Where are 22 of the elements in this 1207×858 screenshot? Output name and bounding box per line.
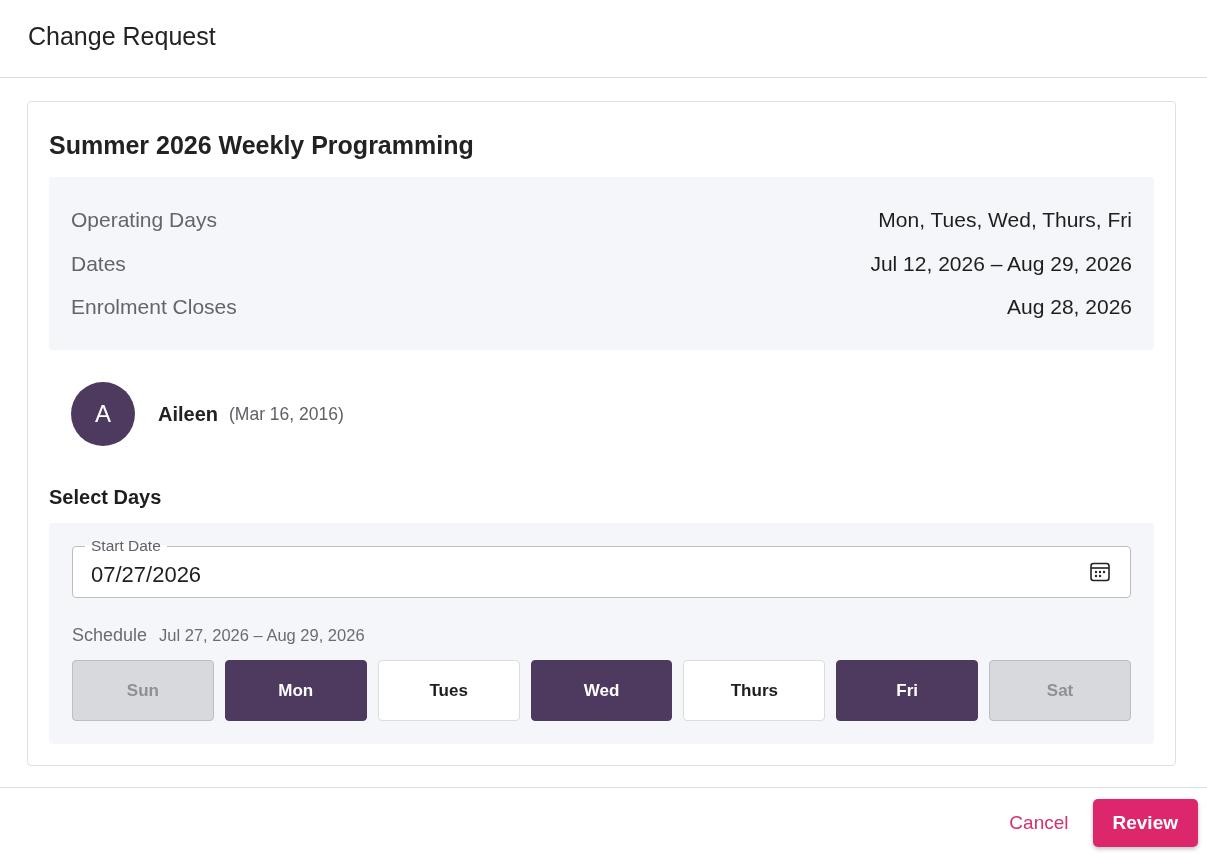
- detail-value: Mon, Tues, Wed, Thurs, Fri: [878, 208, 1132, 232]
- day-toggle[interactable]: Fri: [836, 660, 979, 721]
- detail-label: Operating Days: [71, 208, 217, 232]
- child-birthdate: (Mar 16, 2016): [229, 403, 344, 425]
- avatar: A: [71, 382, 135, 446]
- day-toggle[interactable]: Tues: [377, 660, 520, 721]
- dialog-title: Change Request: [28, 21, 216, 51]
- detail-label: Dates: [71, 251, 126, 276]
- cancel-button[interactable]: Cancel: [997, 799, 1081, 847]
- review-button[interactable]: Review: [1092, 799, 1198, 847]
- detail-label: Enrolment Closes: [71, 295, 237, 319]
- detail-value: Aug 28, 2026: [1007, 295, 1132, 319]
- schedule-range: Jul 27, 2026 – Aug 29, 2026: [159, 626, 365, 645]
- program-title: Summer 2026 Weekly Programming: [49, 130, 474, 160]
- day-toggle[interactable]: Mon: [224, 660, 367, 721]
- child-name: Aileen: [158, 402, 219, 426]
- calendar-icon[interactable]: [1090, 562, 1110, 582]
- schedule-label: Schedule: [72, 625, 148, 646]
- section-heading: Select Days: [49, 485, 162, 509]
- detail-value: Jul 12, 2026 – Aug 29, 2026: [870, 251, 1132, 276]
- day-toggle[interactable]: Thurs: [683, 660, 826, 721]
- day-toggle[interactable]: Wed: [530, 660, 673, 721]
